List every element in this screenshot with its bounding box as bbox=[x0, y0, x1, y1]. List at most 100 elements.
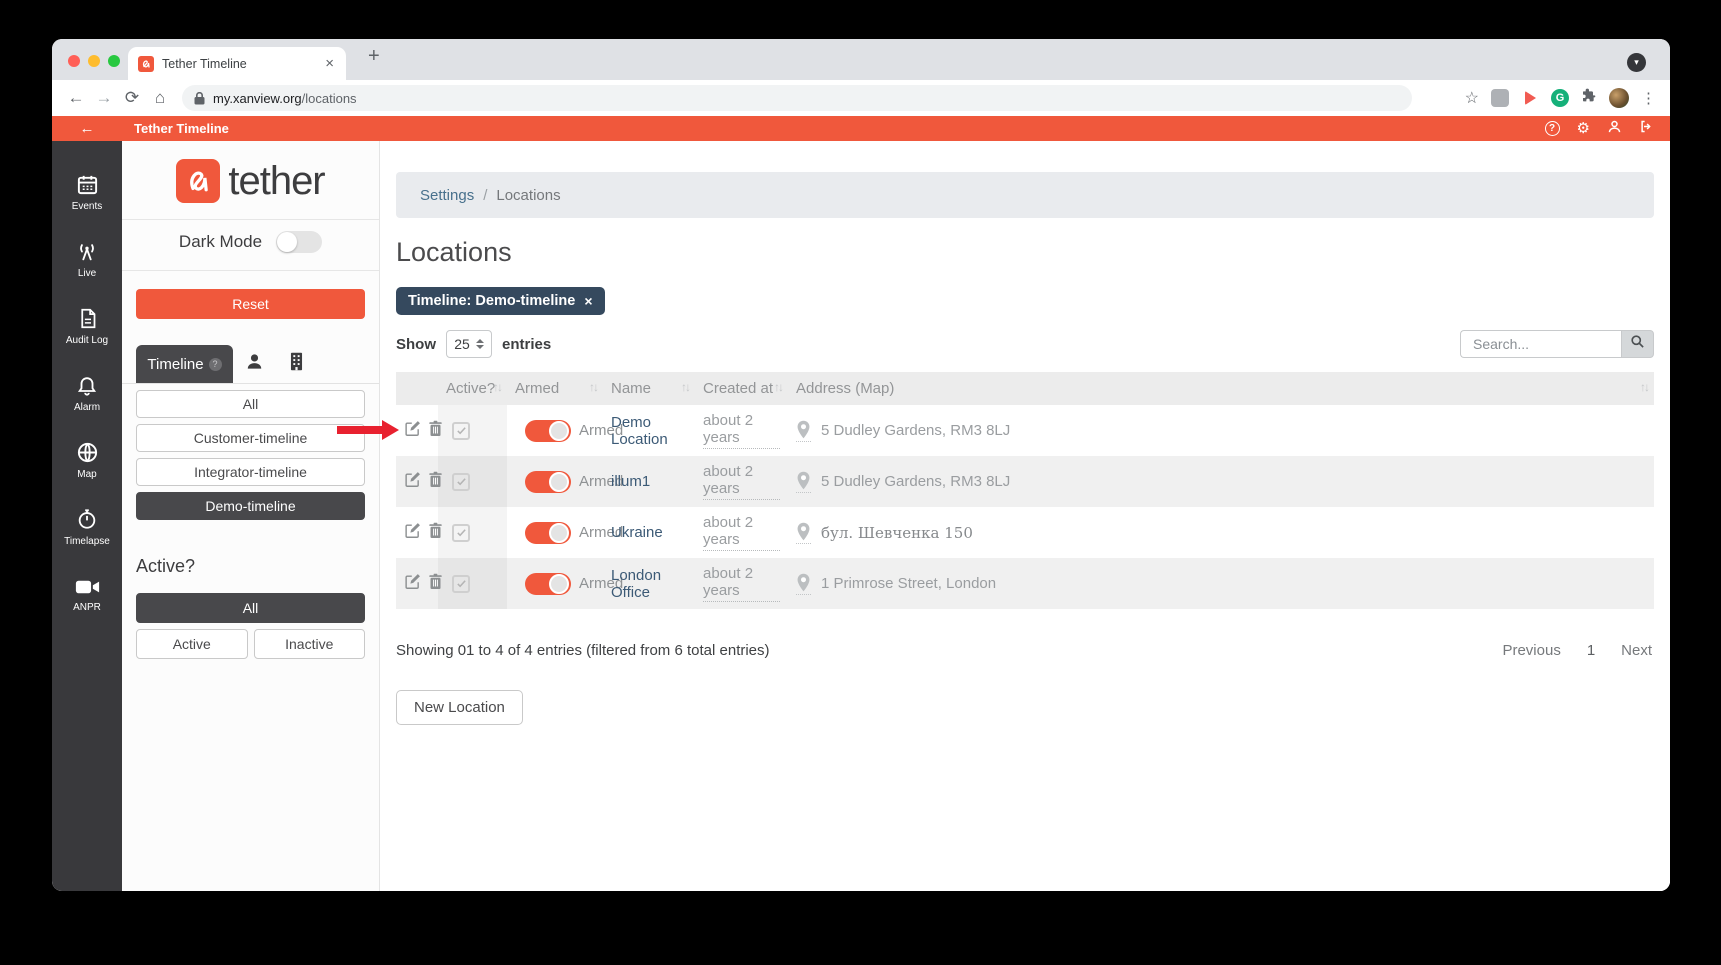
browser-tab[interactable]: Tether Timeline × bbox=[128, 47, 346, 80]
help-icon[interactable]: ? bbox=[1545, 121, 1560, 136]
active-checkbox[interactable] bbox=[452, 524, 470, 542]
address-bar[interactable]: my.xanview.org/locations bbox=[182, 85, 1412, 111]
header-address[interactable]: Address (Map)↑↓ bbox=[788, 372, 1654, 405]
timeline-filter-integrator[interactable]: Integrator-timeline bbox=[136, 458, 365, 486]
calendar-icon bbox=[76, 173, 99, 196]
delete-icon[interactable] bbox=[428, 471, 443, 492]
active-checkbox[interactable] bbox=[452, 575, 470, 593]
close-window-button[interactable] bbox=[68, 55, 80, 67]
back-icon[interactable]: ← bbox=[62, 88, 90, 108]
page-size-select[interactable]: 25 bbox=[446, 330, 492, 358]
armed-toggle[interactable] bbox=[525, 420, 571, 442]
header-name[interactable]: Name↑↓ bbox=[603, 372, 695, 405]
active-filter-all-selected[interactable]: All bbox=[136, 593, 365, 623]
timeline-filter-chip[interactable]: Timeline: Demo-timeline × bbox=[396, 287, 605, 315]
header-actions bbox=[396, 372, 438, 405]
address-text: бул. Шевченка 150 bbox=[821, 524, 973, 542]
logout-icon[interactable] bbox=[1639, 119, 1654, 139]
chip-close-icon[interactable]: × bbox=[584, 293, 592, 309]
header-active[interactable]: Active?↑↓ bbox=[438, 372, 507, 405]
sidebar-item-live[interactable]: Live bbox=[52, 226, 122, 293]
edit-icon[interactable] bbox=[404, 420, 421, 441]
browser-tab-strip: Tether Timeline × + ▾ bbox=[52, 39, 1670, 80]
stopwatch-icon bbox=[76, 508, 98, 531]
globe-icon bbox=[76, 441, 99, 464]
profile-avatar[interactable] bbox=[1609, 88, 1629, 108]
pagination-next[interactable]: Next bbox=[1621, 642, 1652, 659]
armed-toggle[interactable] bbox=[525, 471, 571, 493]
map-pin-icon[interactable] bbox=[796, 522, 811, 544]
created-at: about 2 years bbox=[703, 514, 780, 551]
extension-play-icon[interactable] bbox=[1521, 89, 1539, 107]
breadcrumb-settings-link[interactable]: Settings bbox=[420, 187, 474, 204]
settings-gear-icon[interactable]: ⚙ bbox=[1577, 121, 1590, 136]
user-icon[interactable] bbox=[1607, 119, 1622, 139]
tab-timeline[interactable]: Timeline ? bbox=[136, 345, 233, 383]
map-pin-icon[interactable] bbox=[796, 471, 811, 493]
pagination-previous[interactable]: Previous bbox=[1502, 642, 1560, 659]
extension-icon[interactable] bbox=[1491, 89, 1509, 107]
reset-button[interactable]: Reset bbox=[136, 289, 365, 319]
breadcrumb-separator: / bbox=[483, 187, 487, 204]
delete-icon[interactable] bbox=[428, 522, 443, 543]
new-tab-button[interactable]: + bbox=[368, 45, 380, 68]
reload-icon[interactable]: ⟳ bbox=[118, 88, 146, 108]
active-checkbox[interactable] bbox=[452, 473, 470, 491]
active-filter-inactive[interactable]: Inactive bbox=[254, 629, 366, 659]
header-created[interactable]: Created at↑↓ bbox=[695, 372, 788, 405]
created-at: about 2 years bbox=[703, 412, 780, 449]
timeline-filter-all[interactable]: All bbox=[136, 390, 365, 418]
extensions-puzzle-icon[interactable] bbox=[1581, 88, 1597, 108]
address-text: 5 Dudley Gardens, RM3 8LJ bbox=[821, 473, 1010, 490]
edit-icon[interactable] bbox=[404, 471, 421, 492]
armed-toggle[interactable] bbox=[525, 573, 571, 595]
table-controls: Show 25 entries bbox=[396, 330, 1654, 358]
document-icon bbox=[77, 307, 98, 330]
delete-icon[interactable] bbox=[428, 420, 443, 441]
map-pin-icon[interactable] bbox=[796, 573, 811, 595]
new-location-button[interactable]: New Location bbox=[396, 690, 523, 725]
camera-icon bbox=[75, 577, 100, 597]
minimize-window-button[interactable] bbox=[88, 55, 100, 67]
timeline-filter-demo-selected[interactable]: Demo-timeline bbox=[136, 492, 365, 520]
armed-toggle[interactable] bbox=[525, 522, 571, 544]
window-controls bbox=[68, 55, 120, 67]
dark-mode-toggle[interactable] bbox=[276, 231, 322, 253]
location-name[interactable]: London Office bbox=[603, 558, 695, 609]
sidebar-item-events[interactable]: Events bbox=[52, 159, 122, 226]
bell-icon bbox=[76, 374, 98, 397]
timeline-filter-customer[interactable]: Customer-timeline bbox=[136, 424, 365, 452]
header-armed[interactable]: Armed↑↓ bbox=[507, 372, 603, 405]
location-name[interactable]: illum1 bbox=[603, 456, 695, 507]
location-name[interactable]: Demo Location bbox=[603, 405, 695, 456]
browser-menu-icon[interactable]: ⋮ bbox=[1641, 89, 1656, 107]
grammarly-icon[interactable]: G bbox=[1551, 89, 1569, 107]
pagination-page-1[interactable]: 1 bbox=[1587, 642, 1595, 659]
edit-icon[interactable] bbox=[404, 522, 421, 543]
forward-icon[interactable]: → bbox=[90, 88, 118, 108]
map-pin-icon[interactable] bbox=[796, 420, 811, 442]
sidebar-item-map[interactable]: Map bbox=[52, 427, 122, 494]
tab-companies[interactable] bbox=[275, 345, 317, 383]
tab-search-button[interactable]: ▾ bbox=[1627, 53, 1646, 72]
edit-icon[interactable] bbox=[404, 573, 421, 594]
maximize-window-button[interactable] bbox=[108, 55, 120, 67]
sidebar-item-audit-log[interactable]: Audit Log bbox=[52, 293, 122, 360]
collapse-sidebar-icon[interactable]: ← bbox=[52, 120, 122, 137]
location-name[interactable]: Ukraine bbox=[603, 507, 695, 558]
home-icon[interactable]: ⌂ bbox=[146, 88, 174, 108]
search-input[interactable] bbox=[1460, 330, 1621, 358]
active-filter-active[interactable]: Active bbox=[136, 629, 248, 659]
active-checkbox[interactable] bbox=[452, 422, 470, 440]
sort-icon: ↑↓ bbox=[681, 380, 689, 394]
tab-title: Tether Timeline bbox=[162, 57, 323, 71]
tab-customers[interactable] bbox=[233, 345, 275, 383]
sidebar-item-timelapse[interactable]: Timelapse bbox=[52, 494, 122, 561]
sidebar-item-anpr[interactable]: ANPR bbox=[52, 561, 122, 628]
delete-icon[interactable] bbox=[428, 573, 443, 594]
tab-close-icon[interactable]: × bbox=[323, 55, 336, 72]
sidebar-item-alarm[interactable]: Alarm bbox=[52, 360, 122, 427]
sidebar-label: Audit Log bbox=[66, 335, 108, 346]
bookmark-star-icon[interactable]: ☆ bbox=[1465, 88, 1479, 108]
search-button[interactable] bbox=[1621, 330, 1654, 358]
